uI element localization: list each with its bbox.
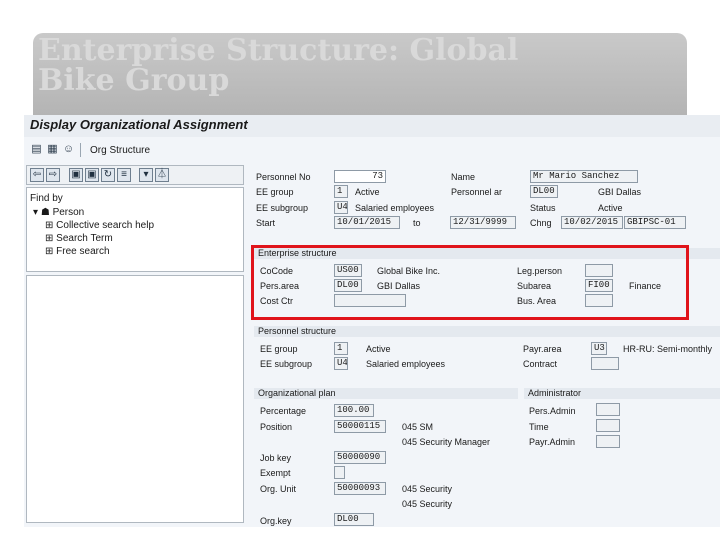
- exempt-checkbox[interactable]: [334, 466, 345, 479]
- toolbar-separator: [80, 143, 81, 157]
- screen-title: Display Organizational Assignment: [30, 117, 248, 132]
- sap-screen: Display Organizational Assignment ▤ ▦ ☺ …: [24, 115, 720, 527]
- start-label: Start: [256, 218, 276, 228]
- time-admin-label: Time: [529, 422, 549, 432]
- binoculars-icon: ⊞: [45, 220, 54, 231]
- percentage-field: 100.00: [334, 404, 374, 417]
- payroll-area-field: U3: [591, 342, 607, 355]
- personnel-no-label: Personnel No: [256, 172, 311, 182]
- refresh-icon[interactable]: ↻: [101, 168, 115, 182]
- status-text: Active: [598, 203, 623, 213]
- ps-ee-subgroup-label: EE subgroup: [260, 359, 313, 369]
- administrator-title: Administrator: [524, 388, 720, 399]
- ps-ee-group-field: 1: [334, 342, 348, 355]
- job-key-field: 50000090: [334, 451, 386, 464]
- org-unit-long-text: 045 Security: [402, 499, 453, 509]
- org-plan-title: Organizational plan: [254, 388, 518, 399]
- expand-icon[interactable]: ▣: [69, 168, 83, 182]
- changed-by-field: GBIPSC-01: [624, 216, 686, 229]
- changed-date-field: 10/02/2015: [561, 216, 623, 229]
- ps-ee-subgroup-text: Salaried employees: [366, 359, 446, 369]
- contract-label: Contract: [523, 359, 558, 369]
- org-unit-short-text: 045 Security: [402, 484, 453, 494]
- ps-ee-subgroup-field: U4: [334, 357, 348, 370]
- contract-field: [591, 357, 619, 370]
- ee-group-field: 1: [334, 185, 348, 198]
- ps-ee-group-text: Active: [366, 344, 391, 354]
- payroll-admin-field: [596, 435, 620, 448]
- personnel-area-field: DL00: [530, 185, 558, 198]
- find-by-label: Find by: [30, 193, 63, 204]
- app-toolbar: ▤ ▦ ☺ Org Structure: [24, 137, 720, 161]
- position-long-text: 045 Security Manager: [402, 437, 491, 447]
- tree-node-person[interactable]: ▾ ☗ Person: [33, 207, 84, 218]
- changed-label: Chng: [530, 218, 552, 228]
- hit-list-panel: [26, 275, 244, 523]
- personnel-area-text: GBI Dallas: [598, 187, 642, 197]
- personnel-area-label: Personnel ar: [451, 187, 503, 197]
- position-short-text: 045 SM: [402, 422, 434, 432]
- collapse-icon[interactable]: ▣: [85, 168, 99, 182]
- job-key-label: Job key: [260, 453, 292, 463]
- select-icon[interactable]: ▾: [139, 168, 153, 182]
- binoculars-icon: ⊞: [45, 233, 54, 244]
- ee-subgroup-label: EE subgroup: [256, 203, 309, 213]
- tree-node-search-term[interactable]: ⊞ Search Term: [45, 233, 113, 244]
- slide-title-line-2: Bike Group: [38, 63, 230, 98]
- ee-subgroup-text: Salaried employees: [355, 203, 435, 213]
- position-label: Position: [260, 422, 293, 432]
- forward-arrow-icon[interactable]: ⇨: [46, 168, 60, 182]
- status-label: Status: [530, 203, 556, 213]
- display-icon[interactable]: ▤: [30, 143, 43, 156]
- org-unit-field: 50000093: [334, 482, 386, 495]
- person-icon[interactable]: ☺: [62, 143, 75, 156]
- object-manager-toolbar: ⇦ ⇨ ▣ ▣ ↻ ≡ ▾ ⏃: [26, 165, 244, 185]
- payroll-area-text: HR-RU: Semi-monthly: [623, 344, 713, 354]
- org-key-field: DL00: [334, 513, 374, 526]
- ee-subgroup-field: U4: [334, 201, 348, 214]
- name-label: Name: [451, 172, 476, 182]
- personnel-structure-title: Personnel structure: [254, 326, 720, 337]
- org-unit-label: Org. Unit: [260, 484, 297, 494]
- list-icon[interactable]: ≡: [117, 168, 131, 182]
- exempt-label: Exempt: [260, 468, 291, 478]
- tree-node-collective-search[interactable]: ⊞ Collective search help: [45, 220, 154, 231]
- time-admin-field: [596, 419, 620, 432]
- tree-node-free-search[interactable]: ⊞ Free search: [45, 246, 110, 257]
- screen-header: Display Organizational Assignment: [24, 115, 720, 137]
- person-node-icon: ☗: [40, 207, 50, 218]
- percentage-label: Percentage: [260, 406, 307, 416]
- back-arrow-icon[interactable]: ⇦: [30, 168, 44, 182]
- end-date-field: 12/31/9999: [450, 216, 516, 229]
- payroll-area-label: Payr.area: [523, 344, 562, 354]
- slide-title: Enterprise Structure: Global Bike Group: [38, 36, 518, 96]
- to-label: to: [413, 218, 421, 228]
- filter-icon[interactable]: ⏃: [155, 168, 169, 182]
- personnel-no-field[interactable]: 73: [334, 170, 386, 183]
- position-field: 50000115: [334, 420, 386, 433]
- payroll-admin-label: Payr.Admin: [529, 437, 576, 447]
- binoculars-icon: ⊞: [45, 246, 54, 257]
- slide-title-line-1: Enterprise Structure: Global: [38, 33, 519, 68]
- start-date-field: 10/01/2015: [334, 216, 400, 229]
- save-icon[interactable]: ▦: [46, 143, 59, 156]
- org-key-label: Org.key: [260, 516, 292, 526]
- ee-group-label: EE group: [256, 187, 294, 197]
- ps-ee-group-label: EE group: [260, 344, 298, 354]
- expand-caret-icon[interactable]: ▾: [33, 207, 38, 218]
- org-structure-button[interactable]: Org Structure: [90, 145, 150, 156]
- enterprise-structure-highlight: [251, 245, 689, 320]
- pers-admin-label: Pers.Admin: [529, 406, 576, 416]
- name-field: Mr Mario Sanchez: [530, 170, 638, 183]
- search-tree: Find by ▾ ☗ Person ⊞ Collective search h…: [26, 187, 244, 272]
- pers-admin-field: [596, 403, 620, 416]
- ee-group-text: Active: [355, 187, 380, 197]
